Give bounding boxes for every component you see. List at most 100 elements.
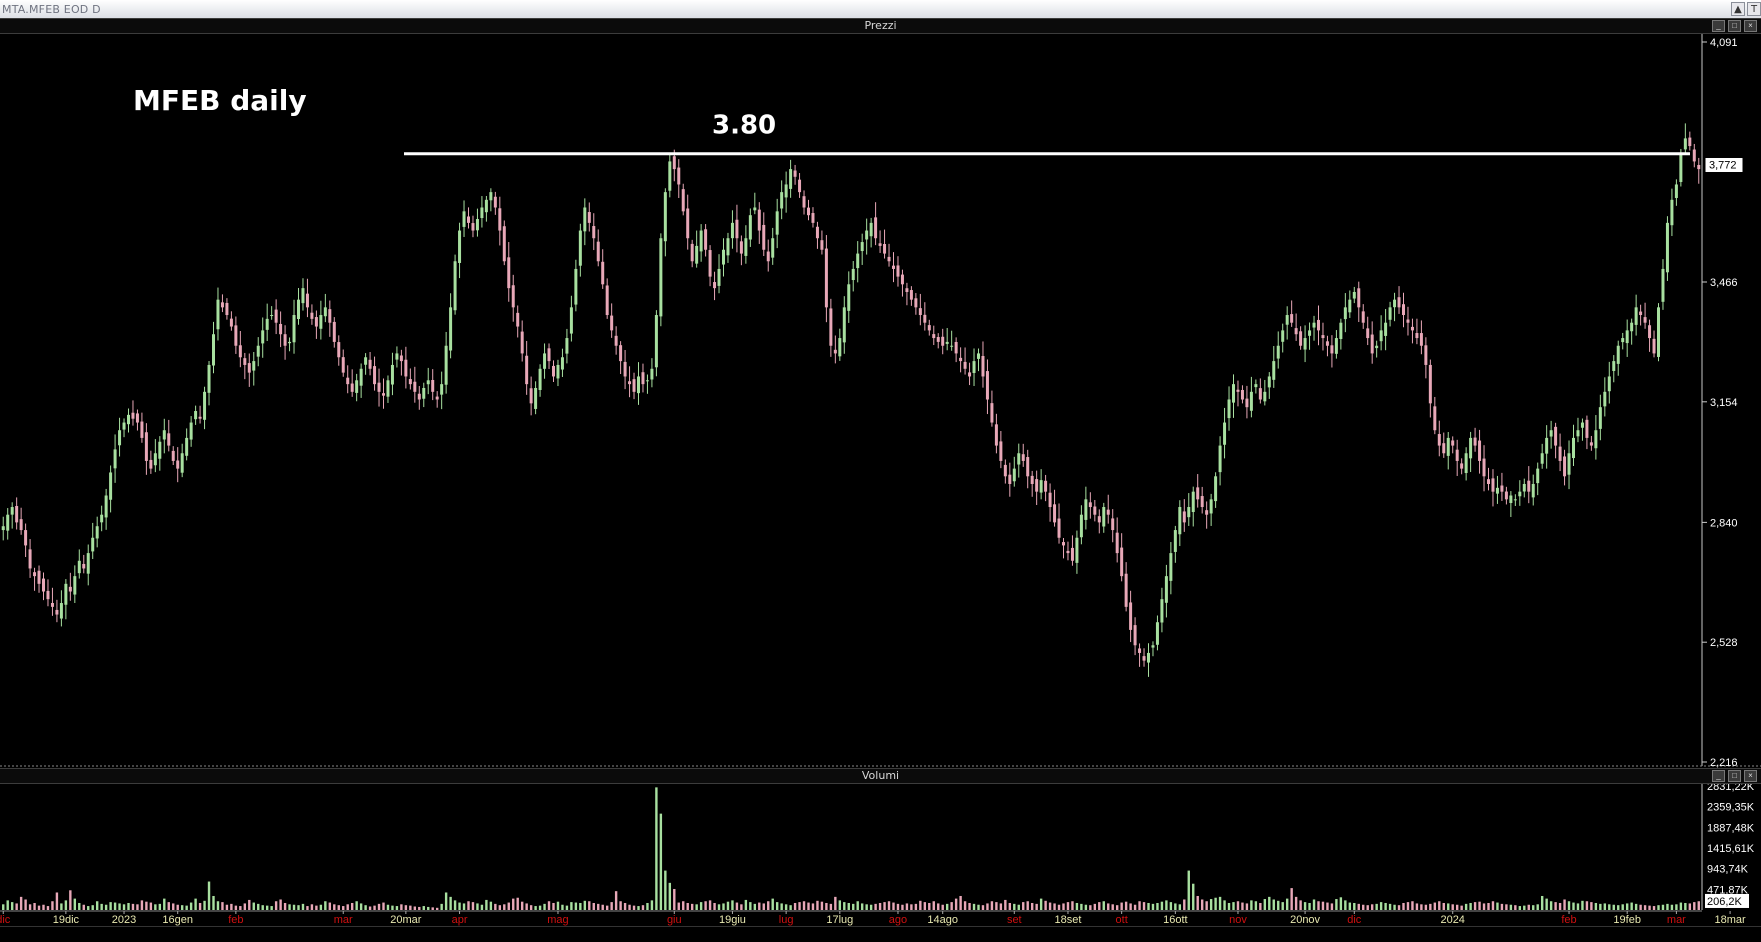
volume-bar bbox=[163, 898, 166, 910]
volume-bar bbox=[1308, 902, 1311, 910]
volume-bar bbox=[1178, 904, 1182, 910]
volume-bar bbox=[1062, 903, 1065, 910]
volume-panel-minimize-button[interactable]: _ bbox=[1712, 770, 1725, 782]
volume-bar bbox=[149, 902, 153, 910]
volume-bar bbox=[1675, 904, 1678, 910]
candle-body bbox=[999, 441, 1003, 461]
volume-bar bbox=[753, 903, 757, 910]
volume-bar bbox=[100, 903, 103, 910]
candle-body bbox=[695, 245, 699, 264]
candle-body bbox=[1008, 474, 1012, 484]
volume-bar bbox=[1540, 895, 1544, 910]
candle-body bbox=[350, 383, 354, 392]
volume-bar bbox=[614, 891, 618, 910]
volume-bar bbox=[494, 903, 497, 910]
volume-bar bbox=[731, 900, 734, 910]
volume-bar bbox=[1039, 898, 1043, 910]
candle-body bbox=[162, 430, 166, 440]
volume-bar bbox=[744, 899, 748, 910]
candle-body bbox=[878, 243, 882, 246]
volume-bar bbox=[972, 903, 976, 910]
volume-panel-close-button[interactable]: × bbox=[1744, 770, 1757, 782]
candle-body bbox=[1173, 530, 1177, 552]
candle-body bbox=[1339, 322, 1343, 340]
candle-body bbox=[981, 356, 985, 377]
volume-bar bbox=[1670, 904, 1674, 910]
candle-body bbox=[1522, 483, 1526, 492]
volume-chart[interactable]: 2831,22K2359,35K1887,48K1415,61K943,74K4… bbox=[0, 784, 1761, 942]
volume-bar bbox=[1505, 904, 1508, 910]
volume-bar bbox=[1330, 903, 1334, 910]
candle-body bbox=[753, 207, 757, 211]
volume-bar bbox=[230, 903, 233, 910]
candle-body bbox=[265, 318, 269, 330]
volume-bar bbox=[565, 905, 569, 910]
volume-bar bbox=[1433, 902, 1437, 910]
candle-body bbox=[364, 357, 368, 365]
volume-bar bbox=[1066, 902, 1070, 910]
volume-bar bbox=[507, 902, 510, 910]
candle-body bbox=[1147, 652, 1150, 663]
candle-body bbox=[323, 307, 327, 317]
volume-bar bbox=[1581, 900, 1584, 910]
volume-bar bbox=[583, 900, 587, 910]
volume-bar bbox=[1460, 905, 1463, 910]
candle-body bbox=[1683, 138, 1687, 150]
volume-bar bbox=[780, 903, 783, 910]
volume-bar bbox=[1129, 903, 1132, 910]
volume-bar bbox=[668, 882, 672, 910]
volume-bar bbox=[1120, 902, 1123, 910]
candle-body bbox=[390, 364, 394, 385]
volume-bar bbox=[1362, 904, 1365, 910]
volume-bar bbox=[749, 902, 752, 910]
volume-bar bbox=[1393, 904, 1396, 910]
candle-body bbox=[1084, 499, 1088, 520]
volume-panel-maximize-button[interactable]: □ bbox=[1728, 770, 1741, 782]
volume-bar bbox=[869, 904, 873, 910]
volume-bar bbox=[1268, 896, 1271, 910]
volume-bar bbox=[1080, 903, 1083, 910]
volume-bar bbox=[623, 902, 627, 910]
date-tick-label: mag bbox=[547, 914, 568, 926]
candle-body bbox=[131, 412, 135, 419]
candle-body bbox=[1021, 454, 1025, 461]
candle-body bbox=[413, 381, 417, 392]
candle-body bbox=[1451, 440, 1455, 446]
candle-body bbox=[842, 307, 846, 343]
candle-body bbox=[1554, 426, 1558, 446]
candle-body bbox=[449, 307, 453, 351]
volume-bar bbox=[1688, 903, 1692, 910]
candle-body bbox=[50, 602, 54, 607]
volume-bar bbox=[1442, 902, 1445, 910]
volume-bar bbox=[722, 903, 725, 910]
candle-body bbox=[158, 441, 162, 459]
volume-bar bbox=[1397, 905, 1401, 910]
volume-bar bbox=[1259, 902, 1262, 910]
candle-body bbox=[1138, 648, 1142, 653]
candle-body bbox=[498, 208, 502, 231]
volume-bar bbox=[852, 903, 855, 910]
volume-bar bbox=[1138, 901, 1141, 910]
volume-bar bbox=[959, 895, 962, 910]
volume-bar bbox=[1277, 900, 1280, 910]
volume-bar bbox=[422, 906, 425, 910]
volume-bar bbox=[1102, 901, 1105, 910]
volume-bar bbox=[368, 906, 372, 910]
candle-body bbox=[654, 315, 658, 368]
candle-body bbox=[68, 586, 72, 592]
volume-bar bbox=[462, 903, 466, 910]
candle-body bbox=[1133, 625, 1137, 646]
candle-body bbox=[1375, 345, 1379, 349]
volume-bar bbox=[570, 902, 573, 910]
candle-body bbox=[686, 208, 690, 239]
candle-body bbox=[484, 199, 488, 213]
date-tick-label: dic bbox=[0, 914, 11, 926]
candle-body bbox=[171, 450, 175, 461]
volume-bar bbox=[1317, 901, 1320, 910]
candle-body bbox=[909, 290, 913, 300]
candle-body bbox=[1343, 307, 1347, 320]
candle-body bbox=[663, 192, 667, 242]
price-chart[interactable]: 4,091 3,466 3,154 2,840 2,528 2,216 MFEB dail… bbox=[0, 0, 1761, 768]
volume-panel-header[interactable]: Volumi _ □ × bbox=[0, 768, 1761, 784]
volume-bar bbox=[1447, 903, 1450, 910]
